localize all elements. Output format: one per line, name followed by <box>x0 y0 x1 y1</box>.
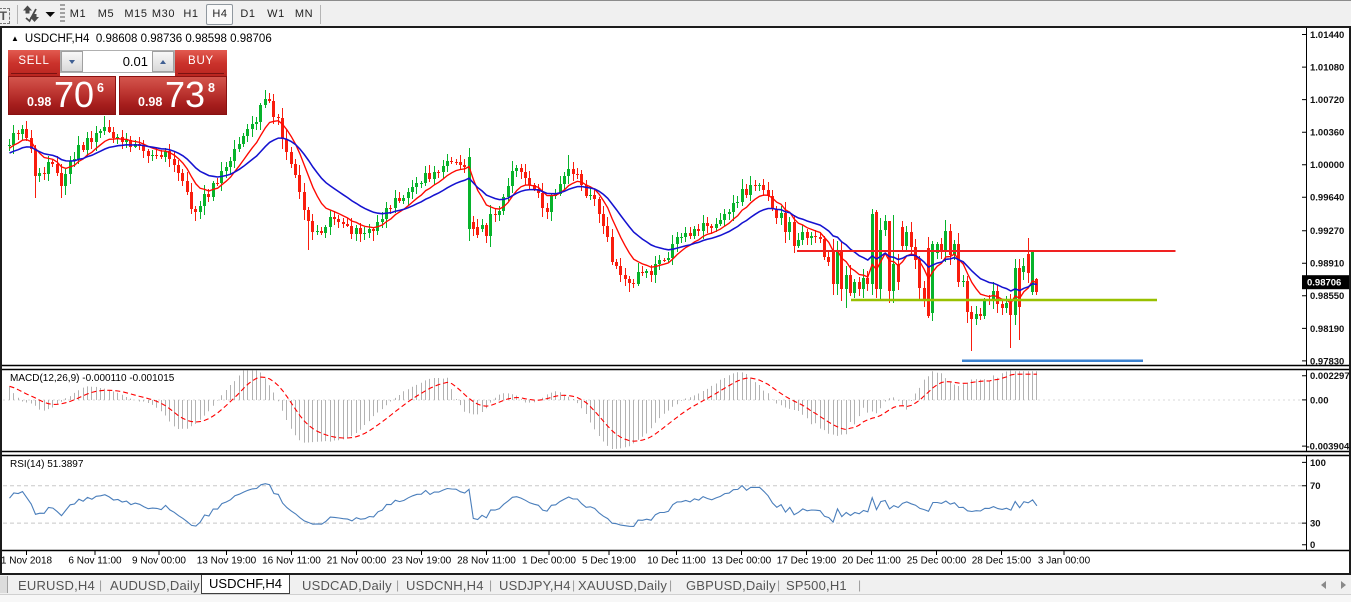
svg-text:13 Dec 00:00: 13 Dec 00:00 <box>712 556 772 567</box>
svg-text:9 Nov 00:00: 9 Nov 00:00 <box>132 556 186 567</box>
svg-text:0.98190: 0.98190 <box>1310 324 1344 335</box>
svg-text:RSI(14) 51.3897: RSI(14) 51.3897 <box>10 459 84 470</box>
svg-text:17 Dec 19:00: 17 Dec 19:00 <box>777 556 837 567</box>
svg-text:0.99270: 0.99270 <box>1310 226 1344 237</box>
svg-text:0.98910: 0.98910 <box>1310 259 1344 270</box>
svg-text:0.002297: 0.002297 <box>1310 371 1349 382</box>
svg-text:0.97830: 0.97830 <box>1310 356 1344 367</box>
svg-text:-0.003904: -0.003904 <box>1307 442 1350 453</box>
svg-text:0.98550: 0.98550 <box>1310 291 1344 302</box>
svg-text:20 Dec 11:00: 20 Dec 11:00 <box>842 556 901 567</box>
svg-text:100: 100 <box>1310 458 1326 469</box>
svg-text:25 Dec 00:00: 25 Dec 00:00 <box>907 556 967 567</box>
svg-text:MACD(12,26,9) -0.000110 -0.001: MACD(12,26,9) -0.000110 -0.001015 <box>10 373 175 384</box>
svg-text:5 Dec 19:00: 5 Dec 19:00 <box>582 556 636 567</box>
svg-text:1.00000: 1.00000 <box>1310 160 1344 171</box>
svg-text:70: 70 <box>1310 481 1321 492</box>
svg-text:28 Dec 15:00: 28 Dec 15:00 <box>972 556 1032 567</box>
svg-text:1.00720: 1.00720 <box>1310 95 1344 106</box>
svg-text:0: 0 <box>1310 540 1315 551</box>
svg-text:21 Nov 00:00: 21 Nov 00:00 <box>327 556 387 567</box>
svg-text:1.01440: 1.01440 <box>1310 30 1344 41</box>
svg-text:23 Nov 19:00: 23 Nov 19:00 <box>392 556 452 567</box>
svg-text:1.01080: 1.01080 <box>1310 63 1344 74</box>
svg-text:13 Nov 19:00: 13 Nov 19:00 <box>197 556 257 567</box>
svg-text:1 Dec 00:00: 1 Dec 00:00 <box>522 556 576 567</box>
svg-text:10 Dec 11:00: 10 Dec 11:00 <box>647 556 706 567</box>
svg-text:0.99640: 0.99640 <box>1310 193 1344 204</box>
svg-text:0.98706: 0.98706 <box>1307 277 1341 288</box>
svg-text:0.00: 0.00 <box>1310 395 1329 406</box>
svg-text:28 Nov 11:00: 28 Nov 11:00 <box>457 556 516 567</box>
svg-text:1.00360: 1.00360 <box>1310 128 1344 139</box>
svg-text:6 Nov 11:00: 6 Nov 11:00 <box>68 556 122 567</box>
svg-text:3 Jan 00:00: 3 Jan 00:00 <box>1038 556 1091 567</box>
svg-text:1 Nov 2018: 1 Nov 2018 <box>2 556 53 567</box>
svg-text:30: 30 <box>1310 519 1321 530</box>
svg-text:16 Nov 11:00: 16 Nov 11:00 <box>262 556 321 567</box>
